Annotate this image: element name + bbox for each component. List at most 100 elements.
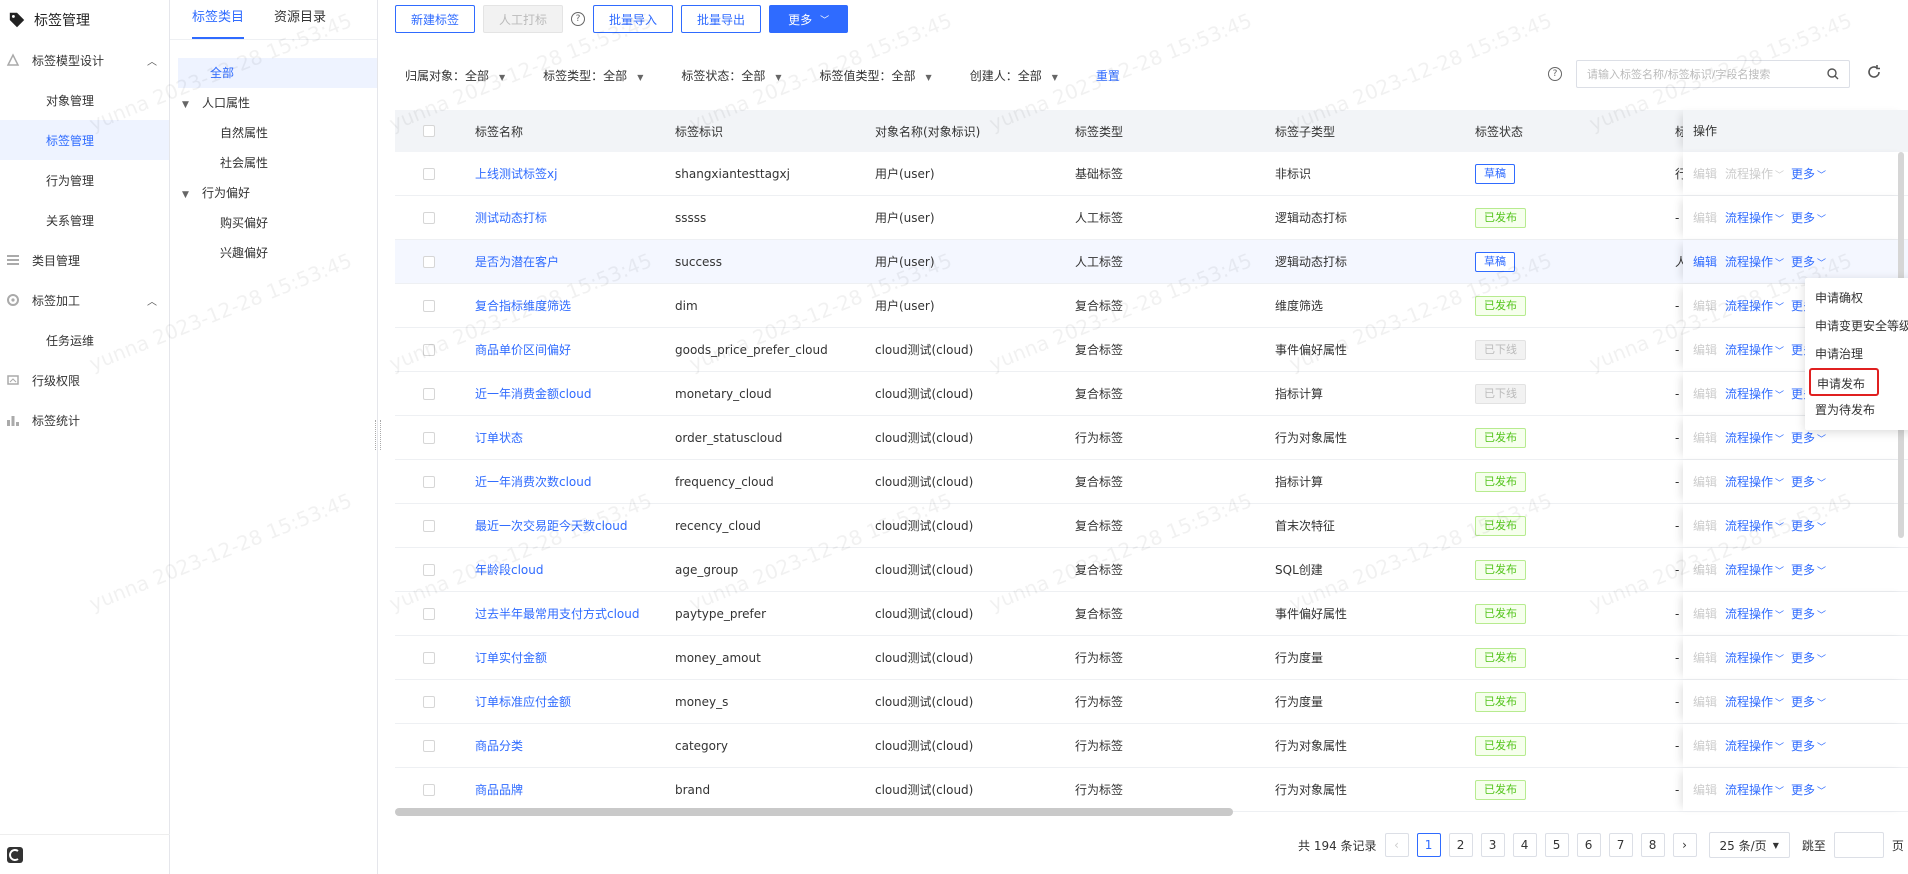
tree-node-population[interactable]: ▼ 人口属性 <box>170 88 377 118</box>
flow-actions-button[interactable]: 流程操作 ﹀ <box>1725 592 1784 636</box>
filter-creator[interactable]: 创建人：全部 ▼ <box>970 67 1058 84</box>
menu-set-pending-publish[interactable]: 置为待发布 <box>1805 396 1908 424</box>
row-more-button[interactable]: 更多﹀ <box>1791 460 1826 504</box>
row-checkbox[interactable] <box>423 344 435 356</box>
more-button[interactable]: 更多 ﹀ <box>769 5 849 33</box>
flow-actions-button[interactable]: 流程操作 ﹀ <box>1725 196 1784 240</box>
flow-actions-button[interactable]: 流程操作 ﹀ <box>1725 152 1784 196</box>
filter-tag-status[interactable]: 标签状态：全部 ▼ <box>681 67 781 84</box>
filter-value-type[interactable]: 标签值类型：全部 ▼ <box>820 67 932 84</box>
row-more-button[interactable]: 更多﹀ <box>1791 592 1826 636</box>
row-more-button[interactable]: 更多﹀ <box>1791 548 1826 592</box>
menu-apply-governance[interactable]: 申请治理 <box>1805 340 1908 368</box>
edit-button[interactable]: 编辑 <box>1693 548 1717 592</box>
page-7[interactable]: 7 <box>1608 833 1633 857</box>
refresh-icon[interactable] <box>1866 64 1882 80</box>
reset-link[interactable]: 重置 <box>1096 67 1120 84</box>
tree-node-purchase[interactable]: 购买偏好 <box>170 208 377 238</box>
row-checkbox[interactable] <box>423 696 435 708</box>
horizontal-scrollbar[interactable] <box>395 808 1233 816</box>
manual-tag-button[interactable]: 人工打标 <box>483 5 564 33</box>
menu-category-management[interactable]: 类目管理 <box>0 240 169 280</box>
row-more-button[interactable]: 更多﹀ <box>1791 504 1826 548</box>
menu-apply-ownership[interactable]: 申请确权 <box>1805 284 1908 312</box>
menu-tag-management[interactable]: 标签管理 <box>0 120 169 160</box>
edit-button[interactable]: 编辑 <box>1693 196 1717 240</box>
flow-actions-button[interactable]: 流程操作 ﹀ <box>1725 240 1784 284</box>
tag-name-link[interactable]: 商品分类 <box>475 737 523 754</box>
jump-page-input[interactable] <box>1833 832 1884 858</box>
tab-tag-category[interactable]: 标签类目 <box>192 0 245 39</box>
flow-actions-button[interactable]: 流程操作 ﹀ <box>1725 416 1784 460</box>
page-6[interactable]: 6 <box>1576 833 1601 857</box>
flow-actions-button[interactable]: 流程操作 ﹀ <box>1725 284 1784 328</box>
row-checkbox[interactable] <box>423 168 435 180</box>
flow-actions-button[interactable]: 流程操作 ﹀ <box>1725 372 1784 416</box>
tree-node-social[interactable]: 社会属性 <box>170 148 377 178</box>
menu-tag-model-design[interactable]: 标签模型设计 ︿ <box>0 40 169 80</box>
menu-apply-security-level[interactable]: 申请变更安全等级 <box>1805 312 1908 340</box>
prev-page-button[interactable]: ‹ <box>1384 833 1409 857</box>
new-tag-button[interactable]: 新建标签 <box>395 5 476 33</box>
row-checkbox[interactable] <box>423 388 435 400</box>
page-size-select[interactable]: 25 条/页 ▼ <box>1708 832 1790 858</box>
flow-actions-button[interactable]: 流程操作 ﹀ <box>1725 460 1784 504</box>
row-more-button[interactable]: 更多﹀ <box>1791 768 1826 812</box>
edit-button[interactable]: 编辑 <box>1693 768 1717 812</box>
row-checkbox[interactable] <box>423 740 435 752</box>
tag-name-link[interactable]: 订单实付金额 <box>475 649 547 666</box>
tag-name-link[interactable]: 复合指标维度筛选 <box>475 297 571 314</box>
tree-node-interest[interactable]: 兴趣偏好 <box>170 238 377 268</box>
tag-name-link[interactable]: 近一年消费金额cloud <box>475 385 592 402</box>
tag-name-link[interactable]: 测试动态打标 <box>475 209 547 226</box>
menu-object-management[interactable]: 对象管理 <box>0 80 169 120</box>
edit-button[interactable]: 编辑 <box>1693 240 1717 284</box>
tag-name-link[interactable]: 最近一次交易距今天数cloud <box>475 517 628 534</box>
flow-actions-button[interactable]: 流程操作 ﹀ <box>1725 636 1784 680</box>
row-more-button[interactable]: 更多﹀ <box>1791 636 1826 680</box>
page-2[interactable]: 2 <box>1448 833 1473 857</box>
menu-apply-publish[interactable]: 申请发布 <box>1809 368 1879 396</box>
edit-button[interactable]: 编辑 <box>1693 152 1717 196</box>
row-checkbox[interactable] <box>423 608 435 620</box>
tag-name-link[interactable]: 订单状态 <box>475 429 523 446</box>
edit-button[interactable]: 编辑 <box>1693 416 1717 460</box>
tag-name-link[interactable]: 上线测试标签xj <box>475 165 557 182</box>
flow-actions-button[interactable]: 流程操作 ﹀ <box>1725 724 1784 768</box>
tag-name-link[interactable]: 近一年消费次数cloud <box>475 473 592 490</box>
tag-name-link[interactable]: 年龄段cloud <box>475 561 544 578</box>
row-checkbox[interactable] <box>423 652 435 664</box>
edit-button[interactable]: 编辑 <box>1693 284 1717 328</box>
tag-name-link[interactable]: 是否为潜在客户 <box>475 253 559 270</box>
collapse-icon[interactable] <box>6 846 24 864</box>
row-checkbox[interactable] <box>423 476 435 488</box>
flow-actions-button[interactable]: 流程操作 ﹀ <box>1725 548 1784 592</box>
row-more-button[interactable]: 更多﹀ <box>1791 680 1826 724</box>
batch-import-button[interactable]: 批量导入 <box>593 5 674 33</box>
edit-button[interactable]: 编辑 <box>1693 724 1717 768</box>
search-icon[interactable] <box>1827 68 1839 80</box>
menu-tag-statistics[interactable]: 标签统计 <box>0 400 169 440</box>
edit-button[interactable]: 编辑 <box>1693 460 1717 504</box>
edit-button[interactable]: 编辑 <box>1693 636 1717 680</box>
select-all-checkbox[interactable] <box>423 125 435 137</box>
flow-actions-button[interactable]: 流程操作 ﹀ <box>1725 768 1784 812</box>
page-8[interactable]: 8 <box>1640 833 1665 857</box>
row-checkbox[interactable] <box>423 520 435 532</box>
tag-name-link[interactable]: 商品品牌 <box>475 781 523 798</box>
flow-actions-button[interactable]: 流程操作 ﹀ <box>1725 328 1784 372</box>
page-3[interactable]: 3 <box>1480 833 1505 857</box>
search-input[interactable]: 请输入标签名称/标签标识/字段名搜索 <box>1576 60 1850 88</box>
menu-row-permission[interactable]: 行级权限 <box>0 360 169 400</box>
tab-resource-catalog[interactable]: 资源目录 <box>274 0 326 39</box>
row-checkbox[interactable] <box>423 432 435 444</box>
row-more-button[interactable]: 更多﹀ <box>1791 152 1826 196</box>
edit-button[interactable]: 编辑 <box>1693 592 1717 636</box>
menu-behavior-management[interactable]: 行为管理 <box>0 160 169 200</box>
page-5[interactable]: 5 <box>1544 833 1569 857</box>
menu-relation-management[interactable]: 关系管理 <box>0 200 169 240</box>
filter-tag-type[interactable]: 标签类型：全部 ▼ <box>543 67 643 84</box>
help-icon[interactable]: ? <box>571 12 586 26</box>
tree-node-natural[interactable]: 自然属性 <box>170 118 377 148</box>
edit-button[interactable]: 编辑 <box>1693 680 1717 724</box>
